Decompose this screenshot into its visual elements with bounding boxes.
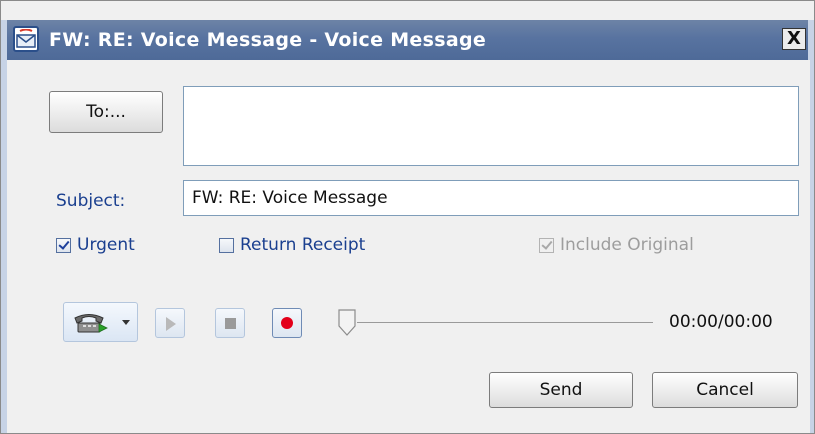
play-icon (166, 317, 176, 331)
close-button[interactable]: X (782, 28, 806, 50)
message-panel: To:... Subject: FW: RE: Voice Message Ur… (7, 60, 810, 433)
include-original-checkbox-box (539, 237, 554, 253)
telephone-icon (74, 314, 108, 333)
playback-slider-thumb[interactable] (337, 308, 357, 338)
playback-time: 00:00/00:00 (669, 312, 773, 332)
phone-source-dropdown[interactable] (63, 302, 138, 342)
include-original-label: Include Original (560, 235, 694, 255)
window-title: FW: RE: Voice Message - Voice Message (49, 29, 487, 51)
include-original-checkbox: Include Original (539, 235, 694, 255)
to-button[interactable]: To:... (49, 91, 163, 133)
voice-message-window: FW: RE: Voice Message - Voice Message X … (0, 0, 815, 434)
return-receipt-checkbox[interactable]: Return Receipt (219, 235, 365, 255)
return-receipt-checkbox-box[interactable] (219, 237, 234, 253)
stop-button[interactable] (215, 308, 245, 338)
urgent-checkbox-box[interactable] (56, 237, 71, 253)
voice-message-envelope-icon (13, 26, 39, 52)
to-field[interactable] (183, 86, 799, 166)
send-button[interactable]: Send (489, 372, 633, 408)
record-icon (281, 317, 293, 329)
subject-label: Subject: (56, 191, 126, 211)
chevron-down-icon[interactable] (122, 320, 130, 325)
urgent-label: Urgent (77, 235, 135, 255)
title-bar[interactable]: FW: RE: Voice Message - Voice Message X (7, 20, 810, 60)
return-receipt-label: Return Receipt (240, 235, 366, 255)
cancel-button[interactable]: Cancel (652, 372, 798, 408)
playback-slider-track[interactable] (357, 322, 653, 323)
play-button[interactable] (155, 308, 185, 338)
record-button[interactable] (272, 308, 302, 338)
urgent-checkbox[interactable]: Urgent (56, 235, 135, 255)
subject-field[interactable]: FW: RE: Voice Message (183, 180, 799, 216)
stop-icon (225, 318, 236, 329)
